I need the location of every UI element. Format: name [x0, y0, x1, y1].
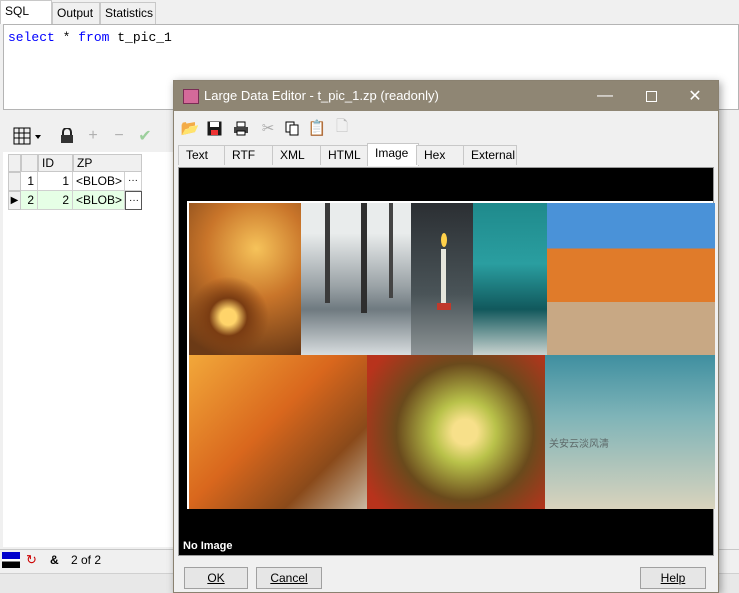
tree-trunk [361, 203, 367, 313]
tab-xml[interactable]: XML [272, 145, 322, 165]
tab-hex[interactable]: Hex [416, 145, 464, 165]
mode-icon [2, 552, 20, 568]
row-number: 1 [21, 172, 38, 191]
image-viewer: 关安云淡风清 No Image [178, 167, 715, 556]
grid-corner [8, 154, 21, 172]
photo-tree-tunnel [367, 355, 545, 509]
tab-image[interactable]: Image [367, 143, 419, 166]
photo-candle [411, 203, 473, 355]
photo-caption: 关安云淡风清 [549, 439, 609, 450]
cancel-button[interactable]: Cancel [256, 567, 322, 589]
grid-header-spacer [21, 154, 38, 172]
app-icon [183, 89, 199, 104]
maximize-icon[interactable] [628, 81, 674, 111]
status-ampersand: & [50, 553, 59, 567]
cell-id[interactable]: 2 [38, 191, 73, 210]
copy-icon[interactable] [282, 118, 302, 138]
column-header-id[interactable]: ID [38, 154, 73, 172]
tree-trunk [325, 203, 330, 303]
dialog-title: Large Data Editor - t_pic_1.zp (readonly… [204, 88, 439, 103]
tab-output[interactable]: Output [52, 2, 100, 24]
tab-statistics[interactable]: Statistics [100, 2, 156, 24]
sql-keyword-from: from [78, 30, 110, 45]
grid-layout-icon[interactable] [12, 127, 44, 145]
help-button[interactable]: Help [640, 567, 706, 589]
photo-underwater [473, 203, 547, 355]
tree-trunk [389, 203, 393, 298]
tab-text[interactable]: Text [178, 145, 226, 165]
candle-base [437, 303, 451, 310]
sql-keyword-select: select [8, 30, 55, 45]
print-icon[interactable] [231, 118, 251, 138]
tab-rtf[interactable]: RTF [224, 145, 274, 165]
close-icon[interactable]: ✕ [672, 81, 718, 111]
row-number: 2 [21, 191, 38, 210]
tab-html[interactable]: HTML [320, 145, 370, 165]
cell-zp[interactable]: <BLOB> [73, 172, 125, 191]
result-grid [3, 152, 173, 547]
cut-icon[interactable]: ✂ [258, 118, 278, 138]
no-image-label: No Image [183, 540, 233, 552]
cell-id[interactable]: 1 [38, 172, 73, 191]
delete-record-icon[interactable]: − [110, 127, 128, 145]
row-indicator[interactable] [8, 172, 21, 191]
candle-flame [441, 233, 447, 247]
photo-winter-trees [301, 203, 411, 355]
ok-button[interactable]: OK [184, 567, 248, 589]
large-data-editor-dialog: Large Data Editor - t_pic_1.zp (readonly… [173, 80, 719, 593]
dialog-titlebar[interactable]: Large Data Editor - t_pic_1.zp (readonly… [174, 81, 718, 111]
cell-ellipsis-button[interactable]: ··· [125, 172, 142, 191]
column-header-zp[interactable]: ZP [73, 154, 142, 172]
save-icon[interactable] [204, 118, 224, 138]
cell-ellipsis-button[interactable]: ··· [125, 191, 142, 210]
sql-star: * [54, 30, 79, 45]
tab-external[interactable]: External [463, 145, 517, 165]
clear-icon[interactable]: 🗋 [332, 118, 352, 138]
candle-body [441, 249, 446, 307]
photo-autumn-desert [547, 203, 715, 355]
sql-table-name: t_pic_1 [109, 30, 172, 45]
add-record-icon[interactable]: + [84, 127, 102, 145]
open-folder-icon[interactable]: 📂 [180, 118, 200, 138]
tab-sql[interactable]: SQL [0, 0, 52, 24]
refresh-icon[interactable]: ↻ [26, 553, 40, 567]
paste-icon[interactable]: 📋 [307, 118, 327, 138]
cell-zp[interactable]: <BLOB> [73, 191, 125, 210]
lock-icon[interactable] [58, 127, 76, 145]
record-count: 2 of 2 [71, 553, 102, 567]
post-record-icon[interactable]: ✔ [136, 127, 154, 145]
collage-image: 关安云淡风清 [187, 201, 715, 509]
row-indicator-current[interactable]: ▶ [8, 191, 21, 210]
photo-autumn-forest [189, 355, 367, 509]
photo-lantern [189, 203, 301, 355]
minimize-icon[interactable]: — [582, 81, 628, 111]
photo-branches-sky: 关安云淡风清 [545, 355, 715, 509]
